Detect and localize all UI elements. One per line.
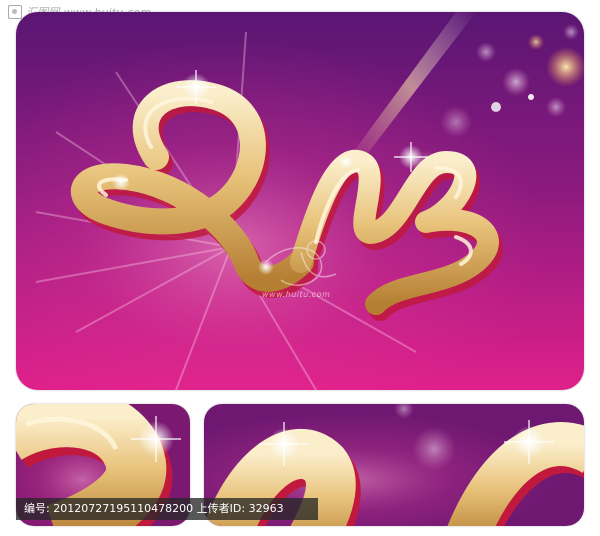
main-artwork	[16, 12, 584, 390]
site-logo-icon	[8, 5, 22, 19]
image-id-footer: 编号: 20120727195110478200 上传者ID: 32963	[16, 498, 318, 520]
center-watermark-url: www.huitu.com	[262, 290, 331, 299]
main-artwork-panel	[16, 12, 584, 390]
